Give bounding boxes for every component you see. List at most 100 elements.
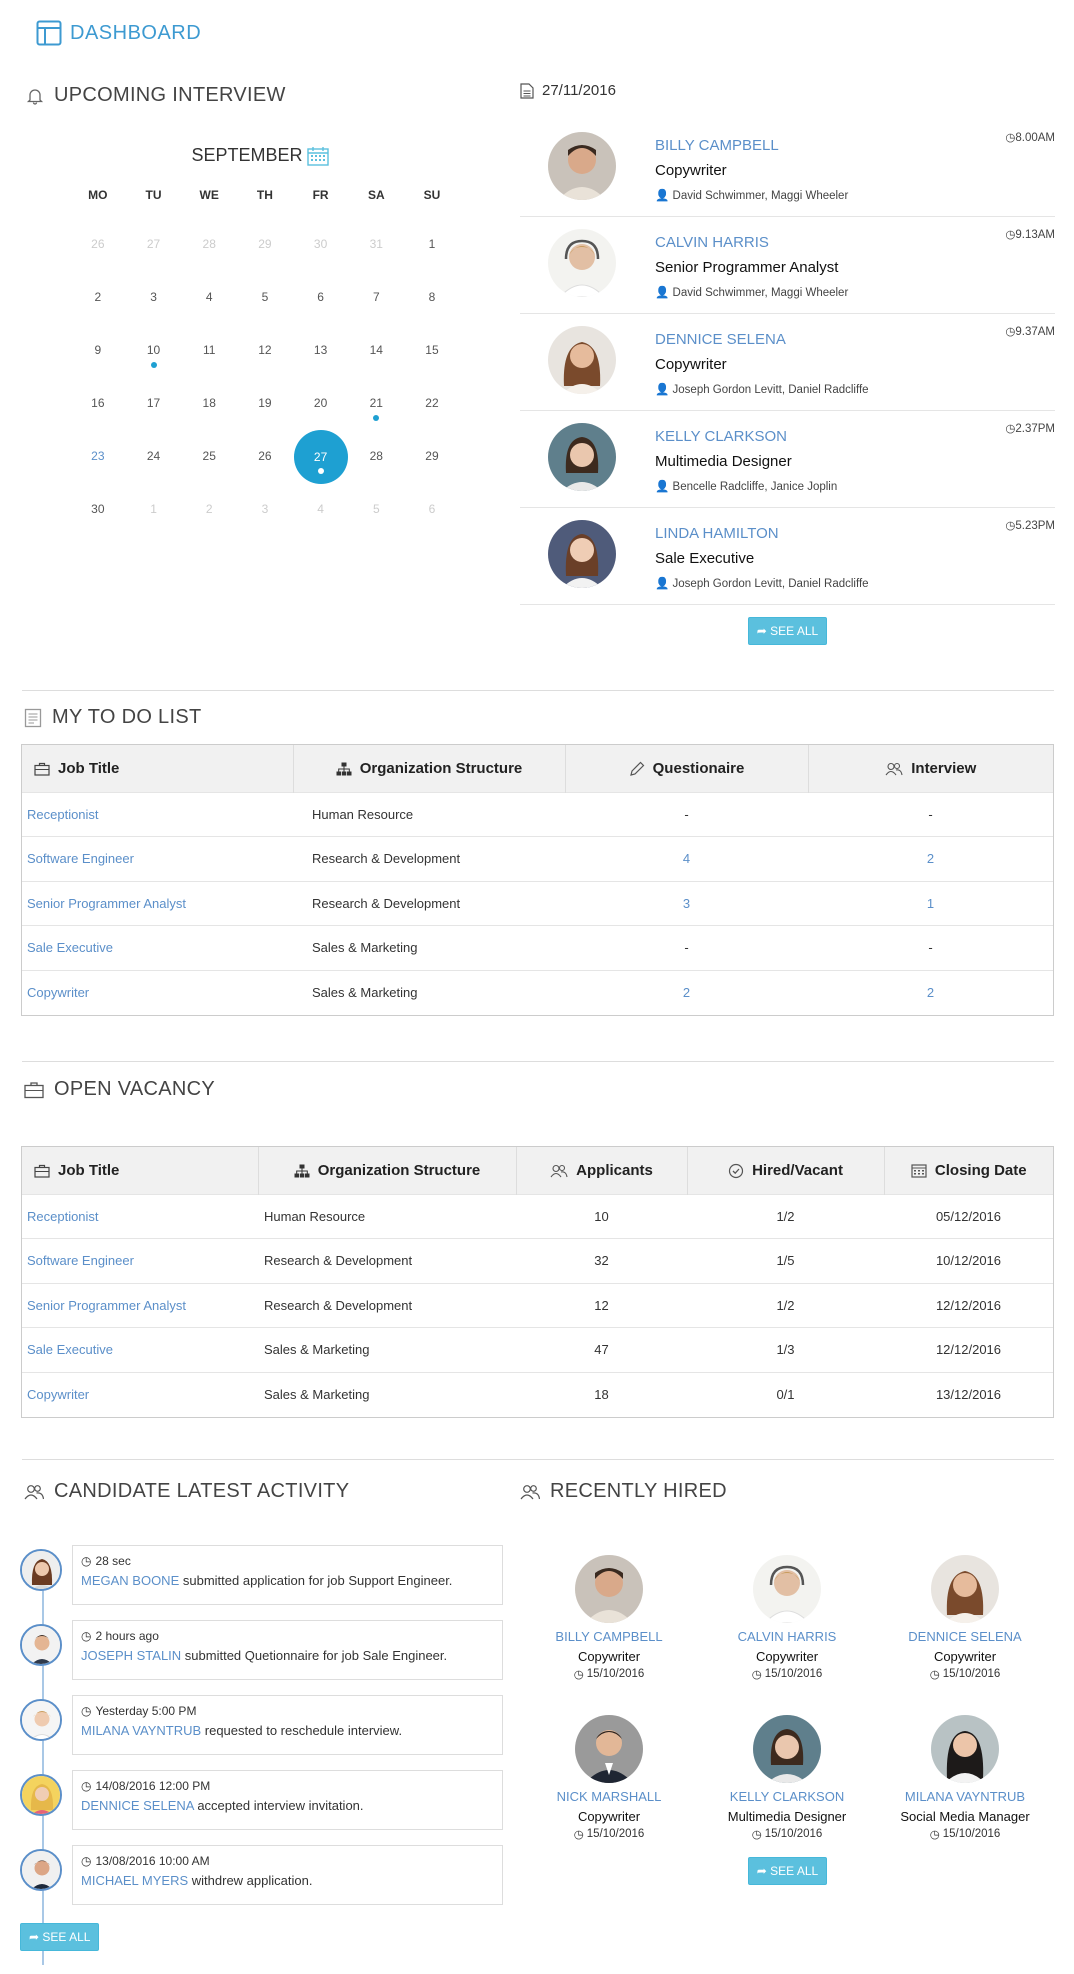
candidate-name[interactable]: LINDA HAMILTON <box>655 525 779 542</box>
activity-see-all-button[interactable]: ➦ SEE ALL <box>20 1923 100 1951</box>
col-organization[interactable]: Organization Structure <box>258 1147 517 1194</box>
col-job-title[interactable]: Job Title <box>22 1147 259 1194</box>
interview-count-link[interactable]: 1 <box>808 880 1053 926</box>
calendar-day[interactable]: 30 <box>293 218 349 271</box>
hired-name-link[interactable]: CALVIN HARRIS <box>698 1629 876 1644</box>
hired-name-link[interactable]: KELLY CLARKSON <box>698 1789 876 1804</box>
hired-name-link[interactable]: NICK MARSHALL <box>520 1789 698 1804</box>
interview-list: BILLY CAMPBELL Copywriter 👤 David Schwim… <box>520 120 1055 645</box>
calendar-day[interactable]: 14 <box>348 324 404 377</box>
calendar-day[interactable]: 3 <box>126 271 182 324</box>
candidate-link[interactable]: MICHAEL MYERS <box>81 1873 188 1888</box>
calendar-day[interactable]: 1 <box>404 218 460 271</box>
calendar-day[interactable]: 30 <box>70 483 126 536</box>
interview-item[interactable]: LINDA HAMILTON Sale Executive 👤 Joseph G… <box>520 508 1055 605</box>
col-interview[interactable]: Interview <box>808 745 1053 792</box>
calendar-day[interactable]: 19 <box>237 377 293 430</box>
interview-item[interactable]: KELLY CLARKSON Multimedia Designer 👤 Ben… <box>520 411 1055 508</box>
calendar-day[interactable]: 15 <box>404 324 460 377</box>
col-organization[interactable]: Organization Structure <box>293 745 566 792</box>
calendar-day[interactable]: 16 <box>70 377 126 430</box>
calendar-day[interactable]: 2 <box>70 271 126 324</box>
calendar-day-with-event[interactable]: 21 <box>348 377 404 430</box>
applicants-cell: 18 <box>516 1371 687 1417</box>
calendar-day[interactable]: 29 <box>237 218 293 271</box>
candidate-name[interactable]: CALVIN HARRIS <box>655 234 769 251</box>
recently-hired: BILLY CAMPBELL Copywriter ◷ 15/10/2016 CA… <box>520 1555 1055 1885</box>
hired-see-all-button[interactable]: ➦ SEE ALL <box>747 1857 828 1885</box>
calendar-day[interactable]: 2 <box>181 483 237 536</box>
calendar-day[interactable]: 6 <box>404 483 460 536</box>
calendar-day[interactable]: 4 <box>293 483 349 536</box>
interview-item[interactable]: BILLY CAMPBELL Copywriter 👤 David Schwim… <box>520 120 1055 217</box>
candidate-link[interactable]: DENNICE SELENA <box>81 1798 194 1813</box>
calendar-icon[interactable] <box>306 145 329 166</box>
calendar-day[interactable]: 17 <box>126 377 182 430</box>
hired-name-link[interactable]: MILANA VAYNTRUB <box>876 1789 1054 1804</box>
candidate-name[interactable]: DENNICE SELENA <box>655 331 786 348</box>
calendar-day[interactable]: 28 <box>348 430 404 483</box>
col-applicants[interactable]: Applicants <box>516 1147 688 1194</box>
calendar-day[interactable]: 28 <box>181 218 237 271</box>
calendar-day-with-event[interactable]: 10 <box>126 324 182 377</box>
calendar-day[interactable]: 11 <box>181 324 237 377</box>
col-job-title[interactable]: Job Title <box>22 745 294 792</box>
calendar-day[interactable]: 25 <box>181 430 237 483</box>
interview-item[interactable]: CALVIN HARRIS Senior Programmer Analyst … <box>520 217 1055 314</box>
job-title-link[interactable]: Receptionist <box>22 1193 258 1239</box>
candidate-link[interactable]: MILANA VAYNTRUB <box>81 1723 201 1738</box>
questionaire-count-link[interactable]: 3 <box>565 880 808 926</box>
job-title-link[interactable]: Sale Executive <box>22 925 293 970</box>
interview-time-value: 8.00AM <box>1015 132 1055 144</box>
calendar-day[interactable]: 27 <box>126 218 182 271</box>
questionaire-count-link[interactable]: 4 <box>565 836 808 881</box>
candidate-name[interactable]: BILLY CAMPBELL <box>655 137 779 154</box>
calendar-day[interactable]: 22 <box>404 377 460 430</box>
col-closing-date[interactable]: Closing Date <box>884 1147 1053 1194</box>
interview-count-link[interactable]: 2 <box>808 969 1053 1015</box>
candidate-link[interactable]: JOSEPH STALIN <box>81 1648 181 1663</box>
calendar-day[interactable]: 9 <box>70 324 126 377</box>
calendar-day[interactable]: 31 <box>348 218 404 271</box>
hired-name-link[interactable]: BILLY CAMPBELL <box>520 1629 698 1644</box>
weekday: FR <box>312 188 329 203</box>
interview-item[interactable]: DENNICE SELENA Copywriter 👤 Joseph Gordo… <box>520 314 1055 411</box>
candidate-link[interactable]: MEGAN BOONE <box>81 1573 179 1588</box>
calendar-day[interactable]: 23 <box>70 430 126 483</box>
calendar-day[interactable]: 1 <box>126 483 182 536</box>
calendar-day[interactable]: 6 <box>293 271 349 324</box>
interview-time: ◷9.37AM <box>1005 324 1055 338</box>
calendar-day[interactable]: 5 <box>237 271 293 324</box>
calendar-day[interactable]: 5 <box>348 483 404 536</box>
calendar-day[interactable]: 4 <box>181 271 237 324</box>
calendar-day[interactable]: 13 <box>293 324 349 377</box>
col-hired-vacant[interactable]: Hired/Vacant <box>687 1147 885 1194</box>
calendar-day[interactable]: 18 <box>181 377 237 430</box>
calendar-day[interactable]: 26 <box>237 430 293 483</box>
job-title-link[interactable]: Copywriter <box>22 1371 258 1417</box>
job-title-link[interactable]: Receptionist <box>22 791 293 837</box>
job-title-link[interactable]: Senior Programmer Analyst <box>22 880 293 926</box>
calendar-day[interactable]: 3 <box>237 483 293 536</box>
interview-count-link[interactable]: 2 <box>808 836 1053 881</box>
col-questionaire[interactable]: Questionaire <box>565 745 809 792</box>
table-row: Copywriter Sales & Marketing 18 0/1 13/1… <box>22 1371 1053 1417</box>
interviews-see-all-button[interactable]: ➦ SEE ALL <box>747 617 828 645</box>
calendar-day[interactable]: 29 <box>404 430 460 483</box>
calendar-day[interactable]: 20 <box>293 377 349 430</box>
calendar-day[interactable]: 12 <box>237 324 293 377</box>
calendar-day[interactable]: 26 <box>70 218 126 271</box>
calendar-day[interactable]: 8 <box>404 271 460 324</box>
calendar-day-selected[interactable]: 27 <box>293 430 349 485</box>
job-title-link[interactable]: Copywriter <box>22 969 293 1015</box>
job-title-link[interactable]: Senior Programmer Analyst <box>22 1282 258 1328</box>
job-title-link[interactable]: Sale Executive <box>22 1327 258 1372</box>
hired-name-link[interactable]: DENNICE SELENA <box>876 1629 1054 1644</box>
questionaire-count-link[interactable]: 2 <box>565 969 808 1015</box>
candidate-name[interactable]: KELLY CLARKSON <box>655 428 787 445</box>
job-title-link[interactable]: Software Engineer <box>22 1238 258 1283</box>
activity-heading: CANDIDATE LATEST ACTIVITY <box>24 1480 349 1503</box>
calendar-day[interactable]: 7 <box>348 271 404 324</box>
calendar-day[interactable]: 24 <box>126 430 182 483</box>
job-title-link[interactable]: Software Engineer <box>22 836 293 881</box>
